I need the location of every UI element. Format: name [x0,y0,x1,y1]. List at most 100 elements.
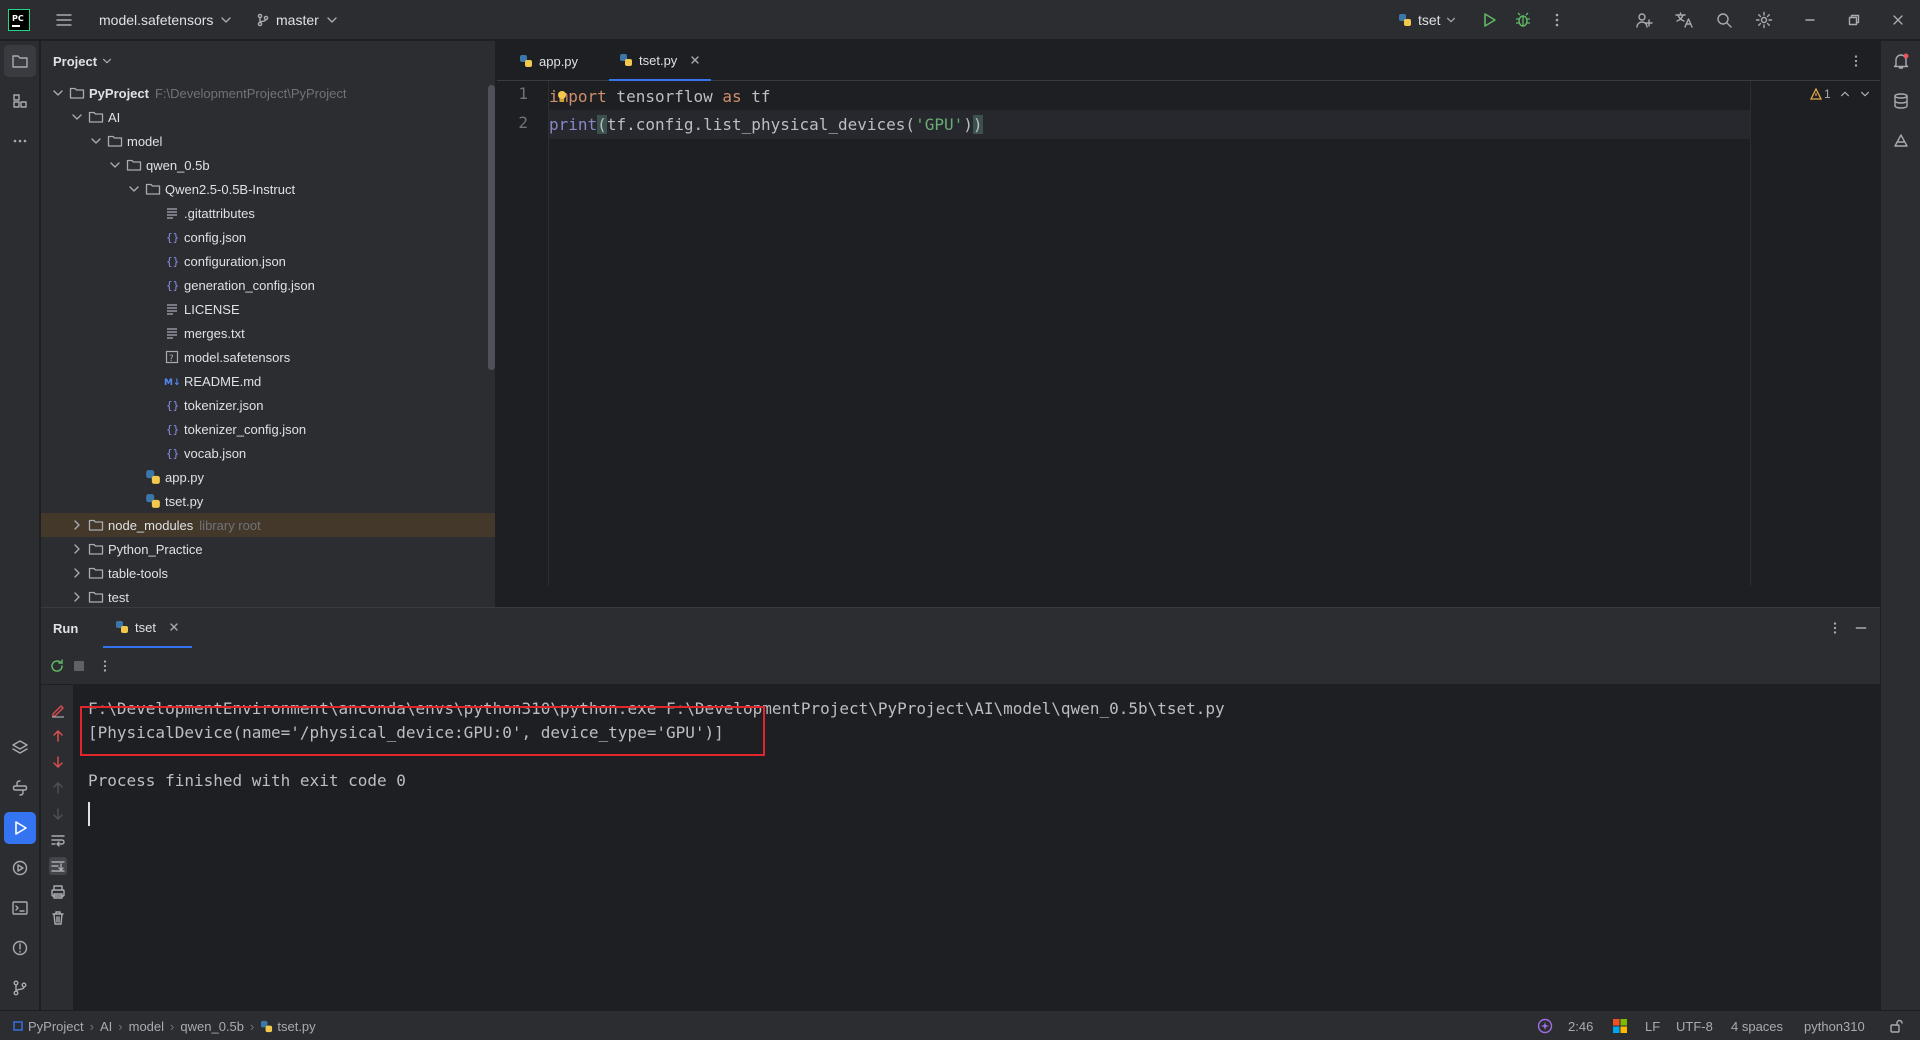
chevron-right-icon[interactable] [70,542,84,556]
tree-item[interactable]: qwen_0.5b [41,153,495,177]
windows-icon[interactable] [1613,1011,1627,1040]
chevron-down-icon[interactable] [70,110,84,124]
indent-setting[interactable]: 4 spaces [1731,1011,1783,1040]
translate-button[interactable] [1670,6,1698,34]
tree-item[interactable]: PyProject F:\DevelopmentProject\PyProject [41,81,495,105]
structure-tool-button[interactable] [4,85,36,117]
debug-button[interactable] [1509,6,1537,34]
tree-item[interactable]: {} generation_config.json [41,273,495,297]
tab-tset-py[interactable]: tset.py [609,41,712,81]
tree-item[interactable]: {} tokenizer.json [41,393,495,417]
breadcrumb-item[interactable]: tset.py [277,1019,315,1034]
terminal-tool-button[interactable] [4,892,36,924]
tree-item[interactable]: Python_Practice [41,537,495,561]
file-encoding[interactable]: UTF-8 [1676,1011,1713,1040]
previous-occurrence-button[interactable] [49,727,67,745]
chevron-right-icon[interactable] [70,566,84,580]
run-tab-tset[interactable]: tset [103,608,192,648]
services-tool-button[interactable] [4,852,36,884]
tree-item[interactable]: .gitattributes [41,201,495,225]
main-menu-button[interactable] [50,6,78,34]
more-actions-button[interactable] [1543,6,1571,34]
tree-item[interactable]: table-tools [41,561,495,585]
python-packages-button[interactable] [4,772,36,804]
run-button[interactable] [1475,6,1503,34]
tree-item[interactable]: {} vocab.json [41,441,495,465]
project-panel-header[interactable]: Project [53,41,113,81]
run-config-selector[interactable]: tset [1398,0,1457,40]
chevron-down-icon[interactable] [51,86,65,100]
chevron-right-icon[interactable] [70,518,84,532]
settings-button[interactable] [1750,6,1778,34]
run-options-button[interactable] [1821,614,1849,642]
more-vertical-icon [1833,622,1837,634]
cursor-position[interactable]: 2:46 [1568,1011,1593,1040]
project-scrollbar[interactable] [488,85,495,370]
tree-item[interactable]: Qwen2.5-0.5B-Instruct [41,177,495,201]
tree-item[interactable]: {} configuration.json [41,249,495,273]
readonly-toggle[interactable] [1889,1011,1903,1040]
chevron-down-icon[interactable] [108,158,122,172]
run-tool-button[interactable] [4,812,36,844]
close-icon[interactable] [168,621,180,633]
tree-item[interactable]: test [41,585,495,609]
tree-item[interactable]: ? model.safetensors [41,345,495,369]
layers-tool-button[interactable] [4,732,36,764]
branch-selector[interactable]: master [256,0,339,40]
problems-tool-button[interactable] [4,932,36,964]
scroll-to-end-button[interactable] [49,857,67,875]
project-tool-button[interactable] [4,45,36,77]
run-toolbar-more-button[interactable] [91,652,119,680]
tree-item[interactable]: node_modules library root [41,513,495,537]
chevron-right-icon[interactable] [70,590,84,604]
inspection-widget[interactable]: 1 [1810,87,1871,101]
tree-item[interactable]: LICENSE [41,297,495,321]
tree-item[interactable]: app.py [41,465,495,489]
next-occurrence-button[interactable] [49,753,67,771]
notifications-button[interactable] [1885,45,1917,77]
close-window-button[interactable] [1884,6,1912,34]
up-stack-button[interactable] [49,779,67,797]
chevron-down-icon[interactable] [1859,88,1871,100]
python-file-icon [145,493,161,509]
stop-button[interactable] [65,652,93,680]
git-tool-button[interactable] [4,972,36,1004]
search-button[interactable] [1710,6,1738,34]
chevron-up-icon[interactable] [1839,88,1851,100]
tree-item[interactable]: AI [41,105,495,129]
editor-more-button[interactable] [1842,47,1870,75]
breadcrumb-item[interactable]: AI [100,1019,112,1034]
chevron-down-icon[interactable] [89,134,103,148]
line-separator[interactable]: LF [1645,1011,1660,1040]
minimize-button[interactable] [1796,6,1824,34]
print-button[interactable] [49,883,67,901]
tree-item[interactable]: {} tokenizer_config.json [41,417,495,441]
restore-button[interactable] [1840,6,1868,34]
project-selector[interactable]: model.safetensors [99,0,233,40]
clear-all-button[interactable] [49,909,67,927]
code-line-1[interactable]: import tensorflow as tf [549,82,771,111]
breadcrumb-item[interactable]: model [129,1019,164,1034]
python-interpreter[interactable]: python310 [1804,1011,1865,1040]
tree-item[interactable]: model [41,129,495,153]
chevron-down-icon[interactable] [127,182,141,196]
more-tools-button[interactable] [4,125,36,157]
breadcrumb-item[interactable]: qwen_0.5b [180,1019,244,1034]
tree-item[interactable]: tset.py [41,489,495,513]
tree-item[interactable]: M↓ README.md [41,369,495,393]
lightbulb-icon[interactable] [556,90,568,104]
code-with-me-button[interactable] [1630,6,1658,34]
soft-wrap-button[interactable] [49,831,67,849]
database-button[interactable] [1885,85,1917,117]
close-icon[interactable] [689,54,701,66]
breadcrumb-item[interactable]: PyProject [28,1019,84,1034]
down-stack-button[interactable] [49,805,67,823]
clear-highlight-button[interactable] [49,701,67,719]
code-line-2[interactable]: print(tf.config.list_physical_devices('G… [549,110,983,139]
ai-assistant-button[interactable] [1885,125,1917,157]
tree-item[interactable]: merges.txt [41,321,495,345]
ai-status-widget[interactable] [1537,1011,1553,1040]
tree-item[interactable]: {} config.json [41,225,495,249]
tab-app-py[interactable]: app.py [509,41,588,81]
hide-panel-button[interactable] [1847,614,1875,642]
